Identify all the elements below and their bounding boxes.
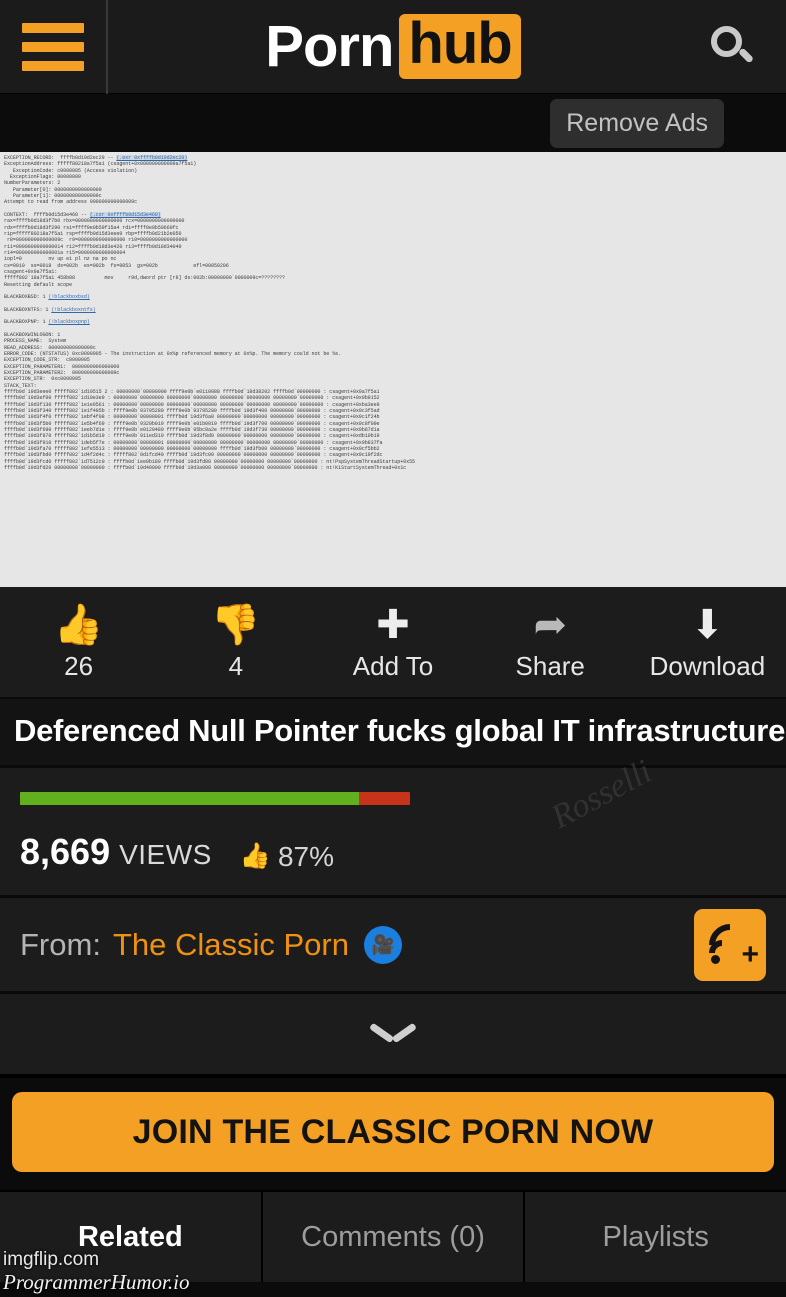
rating-percent-group: 👍 87% [240,841,334,873]
search-button[interactable] [678,24,786,70]
page-title: Deferenced Null Pointer fucks global IT … [14,713,786,748]
rating-bar-fill [20,792,360,805]
rss-subscribe-icon: + [700,914,760,975]
tab-playlists[interactable]: Playlists [525,1192,786,1282]
channel-link[interactable]: The Classic Porn [113,927,349,963]
add-to-button-label: Add To [352,651,434,681]
thumbs-down-icon[interactable]: 👎 [157,602,314,648]
logo-text-hub: hub [399,14,521,79]
expand-details-button[interactable] [0,994,786,1078]
tab-comments-0[interactable]: Comments (0) [263,1192,526,1282]
share-icon[interactable]: ➦ [472,602,629,648]
views-label: VIEWS [119,839,212,870]
logo-text-porn: Porn [265,14,394,79]
add-to-button[interactable]: ✚ Add To [314,602,471,682]
dislike-button-label: 4 [228,651,244,681]
channel-row: From: The Classic Porn 🎥 + [0,898,786,994]
video-title-container: Deferenced Null Pointer fucks global IT … [0,699,786,768]
download-icon[interactable]: ⬇ [629,602,786,648]
download-button-label: Download [649,651,766,681]
verified-camera-badge-icon: 🎥 [363,925,402,964]
share-button-label: Share [515,651,585,681]
menu-button[interactable] [0,0,108,94]
join-button[interactable]: JOIN THE CLASSIC PORN NOW [12,1092,774,1172]
video-action-bar: 👍 26 👎 4 ✚ Add To ➦ Share ⬇ Download [0,587,786,699]
video-stats: 8,669 VIEWS 👍 87% Rosselli [0,753,786,898]
share-button[interactable]: ➦ Share [472,602,629,682]
rating-percent: 87% [277,840,335,872]
remove-ads-button[interactable]: Remove Ads [550,99,724,148]
join-cta-container: JOIN THE CLASSIC PORN NOW [0,1078,786,1190]
from-label: From: [20,926,101,962]
views-count: 8,669 [20,831,111,872]
imgflip-watermark: imgflip.com [3,1249,100,1270]
site-header: Porn hub [0,0,786,94]
plus-icon[interactable]: ✚ [314,602,471,648]
site-logo[interactable]: Porn hub [108,13,678,80]
like-button-label: 26 [64,651,94,681]
video-player-crash-dump-image[interactable]: EXCEPTION_RECORD: ffffb0d19d2ec29 -- (.e… [0,152,786,587]
thumbs-up-icon[interactable]: 👍 [0,602,157,648]
like-button[interactable]: 👍 26 [0,602,157,682]
programmerhumor-watermark: ProgrammerHumor.io [3,1270,190,1294]
rating-bar [20,792,410,805]
chevron-down-icon[interactable] [371,1022,415,1046]
hamburger-menu-icon[interactable] [22,22,84,71]
subscribe-button[interactable]: + [694,908,766,981]
download-button[interactable]: ⬇ Download [629,602,786,682]
dislike-button[interactable]: 👎 4 [157,602,314,682]
search-icon[interactable] [709,24,755,70]
content-tabs: Related Comments (0) Playlists [0,1190,786,1282]
thumbs-up-small-icon: 👍 [239,842,271,870]
ad-bar: Remove Ads [0,94,786,152]
pornhub-mobile-video-page: Porn hub Remove Ads EXCEPTION_RECORD: ff… [0,0,786,1297]
